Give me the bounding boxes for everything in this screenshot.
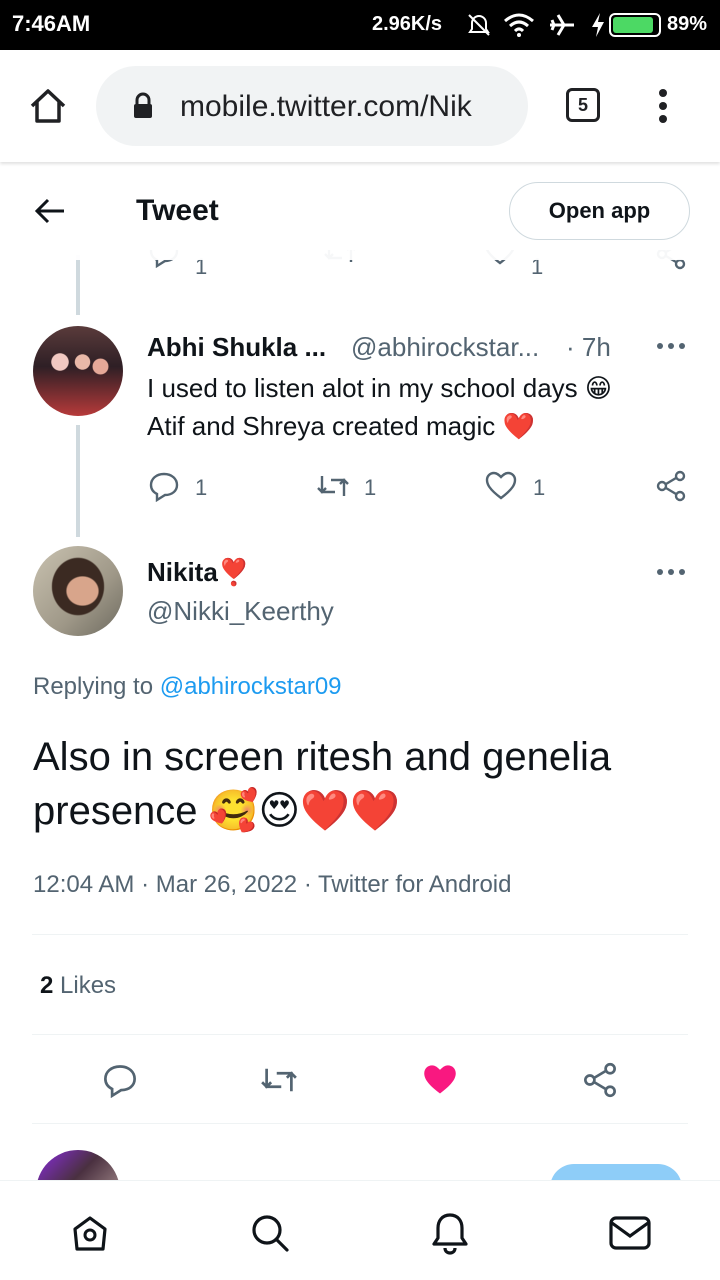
- lock-icon: [134, 92, 152, 118]
- tweet-time[interactable]: · 7h: [566, 332, 611, 363]
- author-handle[interactable]: @Nikki_Keerthy: [147, 596, 334, 627]
- url-bar[interactable]: mobile.twitter.com/Nik: [96, 66, 528, 146]
- tweet-text-line: Atif and Shreya created magic ❤️: [147, 411, 535, 441]
- retweet-icon[interactable]: [315, 470, 351, 502]
- tweet-text-line: I used to listen alot in my school days …: [147, 373, 612, 403]
- reply-icon[interactable]: [148, 470, 180, 502]
- more-horiz-icon[interactable]: [656, 568, 686, 576]
- main-tweet: Nikita❣️ @Nikki_Keerthy Replying to @abh…: [0, 540, 720, 1130]
- likes-label: Likes: [60, 972, 117, 999]
- replying-to-handle[interactable]: @abhirockstar09: [160, 673, 342, 700]
- wifi-icon: [504, 13, 534, 37]
- like-icon[interactable]: [422, 1063, 458, 1097]
- more-vert-icon[interactable]: [656, 88, 670, 124]
- share-icon[interactable]: [655, 470, 687, 502]
- search-icon[interactable]: [250, 1213, 290, 1253]
- battery-icon: [609, 13, 661, 37]
- share-icon[interactable]: [582, 1062, 618, 1098]
- divider: [32, 1034, 688, 1035]
- alarm-off-icon: [468, 14, 490, 36]
- url-text: mobile.twitter.com/Nik: [180, 90, 472, 123]
- home-icon[interactable]: [28, 86, 68, 126]
- avatar[interactable]: [33, 546, 123, 636]
- author-handle[interactable]: @abhirockstar...: [351, 332, 539, 363]
- battery-percent: 89%: [667, 13, 708, 35]
- tweet-timestamp[interactable]: 12:04 AM · Mar 26, 2022 · Twitter for An…: [33, 871, 511, 899]
- network-speed: 2.96K/s: [372, 13, 443, 35]
- divider: [32, 934, 688, 935]
- page-title: Tweet: [136, 194, 219, 227]
- divider: [32, 1123, 688, 1124]
- reply-tweet[interactable]: Abhi Shukla ... @abhirockstar... · 7h I …: [0, 316, 720, 526]
- bottom-nav: [0, 1180, 720, 1280]
- tweet-header: Tweet Open app: [0, 162, 720, 260]
- status-time: 7:46AM: [12, 11, 91, 36]
- airplane-icon: [550, 14, 574, 36]
- tweet-text-line: Also in screen ritesh and genelia: [33, 735, 612, 779]
- more-horiz-icon[interactable]: [656, 342, 686, 350]
- retweet-icon[interactable]: [258, 1062, 300, 1098]
- tab-switcher-button[interactable]: 5: [566, 88, 600, 122]
- replying-to: Replying to @abhirockstar09: [33, 673, 342, 701]
- back-arrow-icon[interactable]: [34, 197, 66, 225]
- tweet-text-line: presence 🥰😍❤️❤️: [33, 789, 400, 833]
- like-icon[interactable]: [485, 471, 517, 501]
- home-icon[interactable]: [70, 1213, 110, 1253]
- browser-toolbar: mobile.twitter.com/Nik 5: [0, 50, 720, 162]
- status-bar: 7:46AM 2.96K/s 89%: [0, 0, 720, 50]
- likes-summary[interactable]: 2 Likes: [40, 972, 116, 1000]
- author-name[interactable]: Nikita❣️: [147, 557, 250, 588]
- messages-icon[interactable]: [609, 1215, 651, 1251]
- author-name[interactable]: Abhi Shukla ...: [147, 332, 326, 363]
- reply-icon[interactable]: [102, 1062, 138, 1098]
- notifications-icon[interactable]: [430, 1211, 470, 1255]
- replying-to-label: Replying to: [33, 673, 160, 700]
- like-count: 1: [533, 475, 546, 500]
- retweet-count: 1: [364, 475, 377, 500]
- charging-icon: [592, 13, 604, 37]
- open-app-button[interactable]: Open app: [509, 182, 690, 240]
- likes-count: 2: [40, 972, 54, 999]
- avatar[interactable]: [33, 326, 123, 416]
- reply-count: 1: [195, 475, 208, 500]
